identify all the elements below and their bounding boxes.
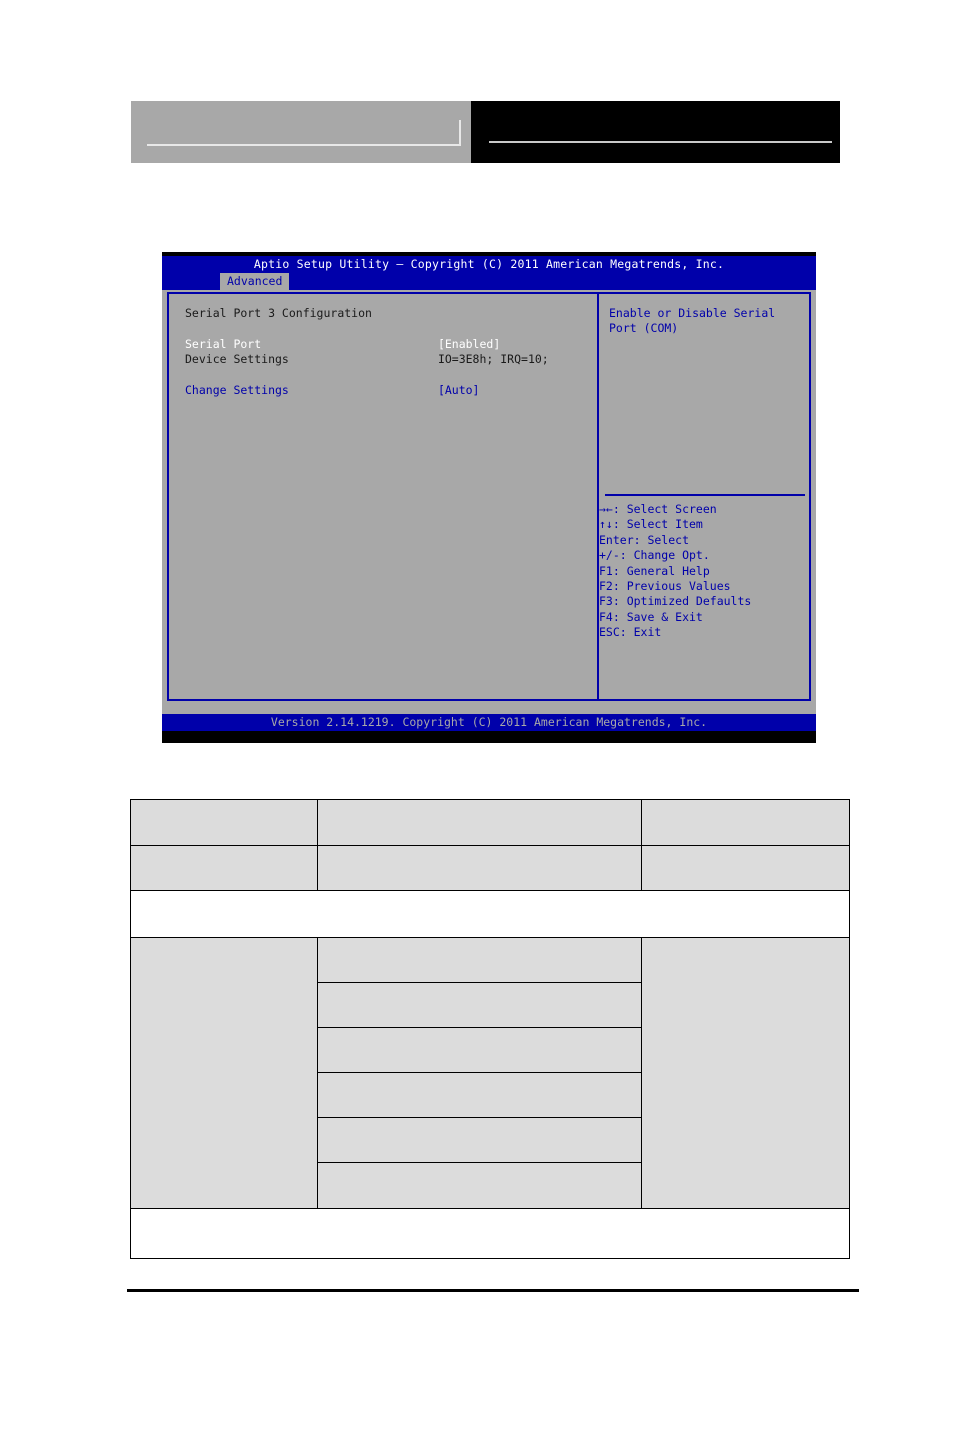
- table-row: [130, 845, 850, 891]
- setting-row-device-settings: Device Settings IO=3E8h; IRQ=10;: [185, 352, 597, 367]
- page-header: [131, 101, 840, 163]
- table-cell: [317, 982, 642, 1028]
- table-row-blank: [130, 890, 850, 938]
- table-row-blank: [130, 1208, 850, 1259]
- bios-help-pane: Enable or Disable Serial Port (COM) →←: …: [597, 294, 809, 699]
- nav-key-select-item: ↑↓: Select Item: [599, 517, 703, 532]
- setting-value-change-settings[interactable]: [Auto]: [438, 383, 480, 398]
- bios-footer-version: Version 2.14.1219. Copyright (C) 2011 Am…: [162, 714, 816, 731]
- setting-label-serial-port: Serial Port: [185, 336, 262, 351]
- nav-key-f3-optimized-defaults: F3: Optimized Defaults: [599, 594, 752, 609]
- table-cell: [317, 1117, 642, 1163]
- table-cell-blank: [130, 890, 850, 938]
- header-left-rule: [147, 144, 461, 146]
- nav-divider: [605, 494, 805, 496]
- bios-tab-bar: Advanced: [162, 273, 816, 290]
- tab-advanced[interactable]: Advanced: [220, 273, 290, 290]
- nav-key-change-opt: +/-: Change Opt.: [599, 548, 710, 563]
- table-cell: [641, 845, 850, 891]
- page-bottom-rule: [127, 1289, 859, 1292]
- table-cell: [317, 1027, 642, 1073]
- setting-value-device-settings: IO=3E8h; IRQ=10;: [437, 352, 549, 367]
- setting-row-serial-port[interactable]: Serial Port [Enabled]: [185, 337, 597, 352]
- table-cell-group-label: [130, 937, 318, 1209]
- nav-key-enter-select: Enter: Select: [599, 532, 690, 547]
- nav-key-select-screen: →←: Select Screen: [599, 502, 717, 516]
- bios-setup-screen: Aptio Setup Utility – Copyright (C) 2011…: [162, 252, 816, 743]
- setting-value-serial-port[interactable]: [Enabled]: [438, 337, 500, 352]
- setting-row-change-settings[interactable]: Change Settings [Auto]: [185, 383, 597, 398]
- table-row: [130, 799, 850, 846]
- bios-settings-pane: Serial Port 3 Configuration Serial Port …: [169, 294, 597, 699]
- nav-key-esc-exit: ESC: Exit: [599, 625, 662, 640]
- bios-body-frame: Serial Port 3 Configuration Serial Port …: [167, 292, 811, 701]
- specification-table: [130, 799, 850, 1259]
- header-block-right: [471, 101, 840, 163]
- table-cell: [317, 845, 642, 891]
- setting-label-device-settings: Device Settings: [185, 352, 289, 367]
- nav-key-list: →←: Select Screen ↑↓: Select Item Enter:…: [599, 502, 751, 641]
- setting-label-change-settings: Change Settings: [185, 382, 289, 397]
- table-cell-blank: [130, 1208, 850, 1259]
- nav-key-f1-general-help: F1: General Help: [599, 563, 710, 578]
- table-row: [130, 937, 850, 1209]
- table-cell-group-note: [641, 937, 850, 1209]
- table-cell: [130, 799, 318, 846]
- table-cell: [130, 845, 318, 891]
- table-cell: [317, 1072, 642, 1118]
- table-cell: [317, 1162, 642, 1209]
- section-title: Serial Port 3 Configuration: [185, 306, 597, 321]
- nav-key-f4-save-exit: F4: Save & Exit: [599, 609, 703, 624]
- table-cell: [317, 799, 642, 846]
- table-cell: [641, 799, 850, 846]
- bios-body: Serial Port 3 Configuration Serial Port …: [162, 290, 816, 717]
- section-title-label: Serial Port 3 Configuration: [185, 306, 372, 320]
- nav-key-f2-previous-values: F2: Previous Values: [599, 578, 731, 593]
- header-left-tick: [459, 120, 461, 146]
- header-block-left: [131, 101, 471, 163]
- help-text: Enable or Disable Serial Port (COM): [609, 306, 783, 336]
- table-cell: [317, 937, 642, 983]
- bios-title-bar: Aptio Setup Utility – Copyright (C) 2011…: [162, 256, 816, 273]
- header-right-rule: [489, 141, 832, 143]
